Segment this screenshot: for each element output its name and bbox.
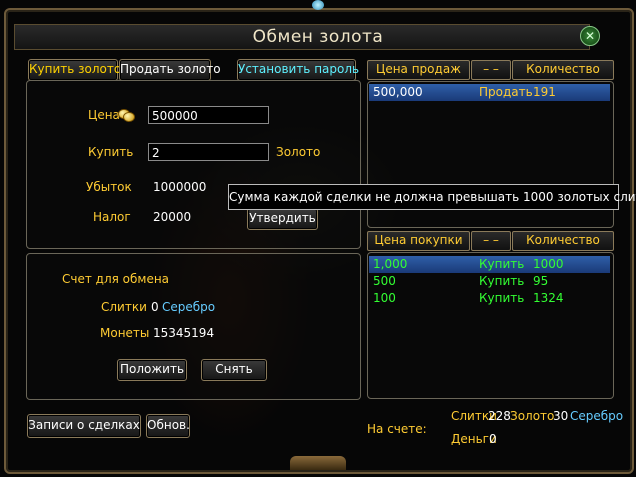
refresh-button[interactable]: Обнов. [146, 414, 190, 438]
loss-label: Убыток [86, 180, 132, 194]
close-button[interactable]: ✕ [580, 26, 600, 46]
bottom-ornament [290, 456, 346, 470]
sell-row-quantity: 191 [533, 85, 556, 99]
sell-type-header: – – [471, 60, 511, 80]
buy-quantity-header: Количество [512, 231, 614, 251]
gold-exchange-window: Обмен золота ✕ Купить золото Продать зол… [0, 0, 636, 477]
trade-history-button[interactable]: Записи о сделках [27, 414, 141, 438]
balance-gold-value: 30 [553, 409, 569, 423]
close-icon: ✕ [584, 29, 596, 43]
buy-quantity-input[interactable]: 2 [148, 143, 269, 161]
buy-order-row[interactable]: 500 Купить 95 [369, 273, 610, 290]
buy-price-header: Цена покупки [367, 231, 470, 251]
buy-row-type: Купить [479, 274, 525, 288]
window-title: Обмен золота [252, 27, 384, 47]
gold-coins-icon [118, 109, 135, 122]
coins-label: Монеты [100, 326, 150, 340]
tab-sell-gold[interactable]: Продать золото [119, 59, 221, 81]
balance-silver-label: Серебро [570, 409, 624, 423]
tax-label: Налог [93, 210, 131, 224]
coins-value: 15345194 [153, 326, 215, 340]
tax-value: 20000 [153, 210, 192, 224]
buy-row-type: Купить [479, 291, 525, 305]
buy-row-quantity: 95 [533, 274, 549, 288]
price-input[interactable]: 500000 [148, 106, 269, 124]
buy-order-row[interactable]: 1,000 Купить 1000 [369, 256, 610, 273]
balance-gold-label: Золото [510, 409, 555, 423]
ingots-currency: Серебро [162, 300, 216, 314]
sell-price-header: Цена продаж [367, 60, 470, 80]
sell-order-row[interactable]: 500,000 Продать 191 [369, 84, 610, 101]
sell-row-price: 500,000 [373, 85, 423, 99]
ingots-label: Слитки [101, 300, 147, 314]
buy-unit-label: Золото [276, 145, 321, 159]
ingots-value: 0 [151, 300, 159, 314]
buy-type-header: – – [471, 231, 511, 251]
frame-gem-icon [312, 0, 324, 10]
buy-row-price: 1,000 [373, 257, 408, 271]
confirm-button[interactable]: Утвердить [247, 208, 318, 230]
buy-quantity-label: Купить [88, 145, 134, 159]
tab-buy-gold[interactable]: Купить золото [28, 59, 121, 81]
sell-quantity-header: Количество [512, 60, 614, 80]
buy-row-price: 500 [373, 274, 396, 288]
sell-row-type: Продать [479, 85, 533, 99]
balance-label: На счете: [367, 422, 427, 436]
price-label: Цена [88, 108, 120, 122]
set-password-button[interactable]: Установить пароль [237, 59, 359, 81]
exchange-account-title: Счет для обмена [62, 272, 170, 286]
withdraw-button[interactable]: Снять [201, 359, 267, 381]
buy-row-price: 100 [373, 291, 396, 305]
deposit-button[interactable]: Положить [117, 359, 187, 381]
max-trade-tooltip: Сумма каждой сделки не должна превышать … [228, 184, 636, 210]
balance-ingots-value: 228 [488, 409, 511, 423]
loss-value: 1000000 [153, 180, 207, 194]
buy-order-row[interactable]: 100 Купить 1324 [369, 290, 610, 307]
buy-row-type: Купить [479, 257, 525, 271]
buy-row-quantity: 1324 [533, 291, 564, 305]
buy-row-quantity: 1000 [533, 257, 564, 271]
balance-money-value: 0 [489, 432, 497, 446]
